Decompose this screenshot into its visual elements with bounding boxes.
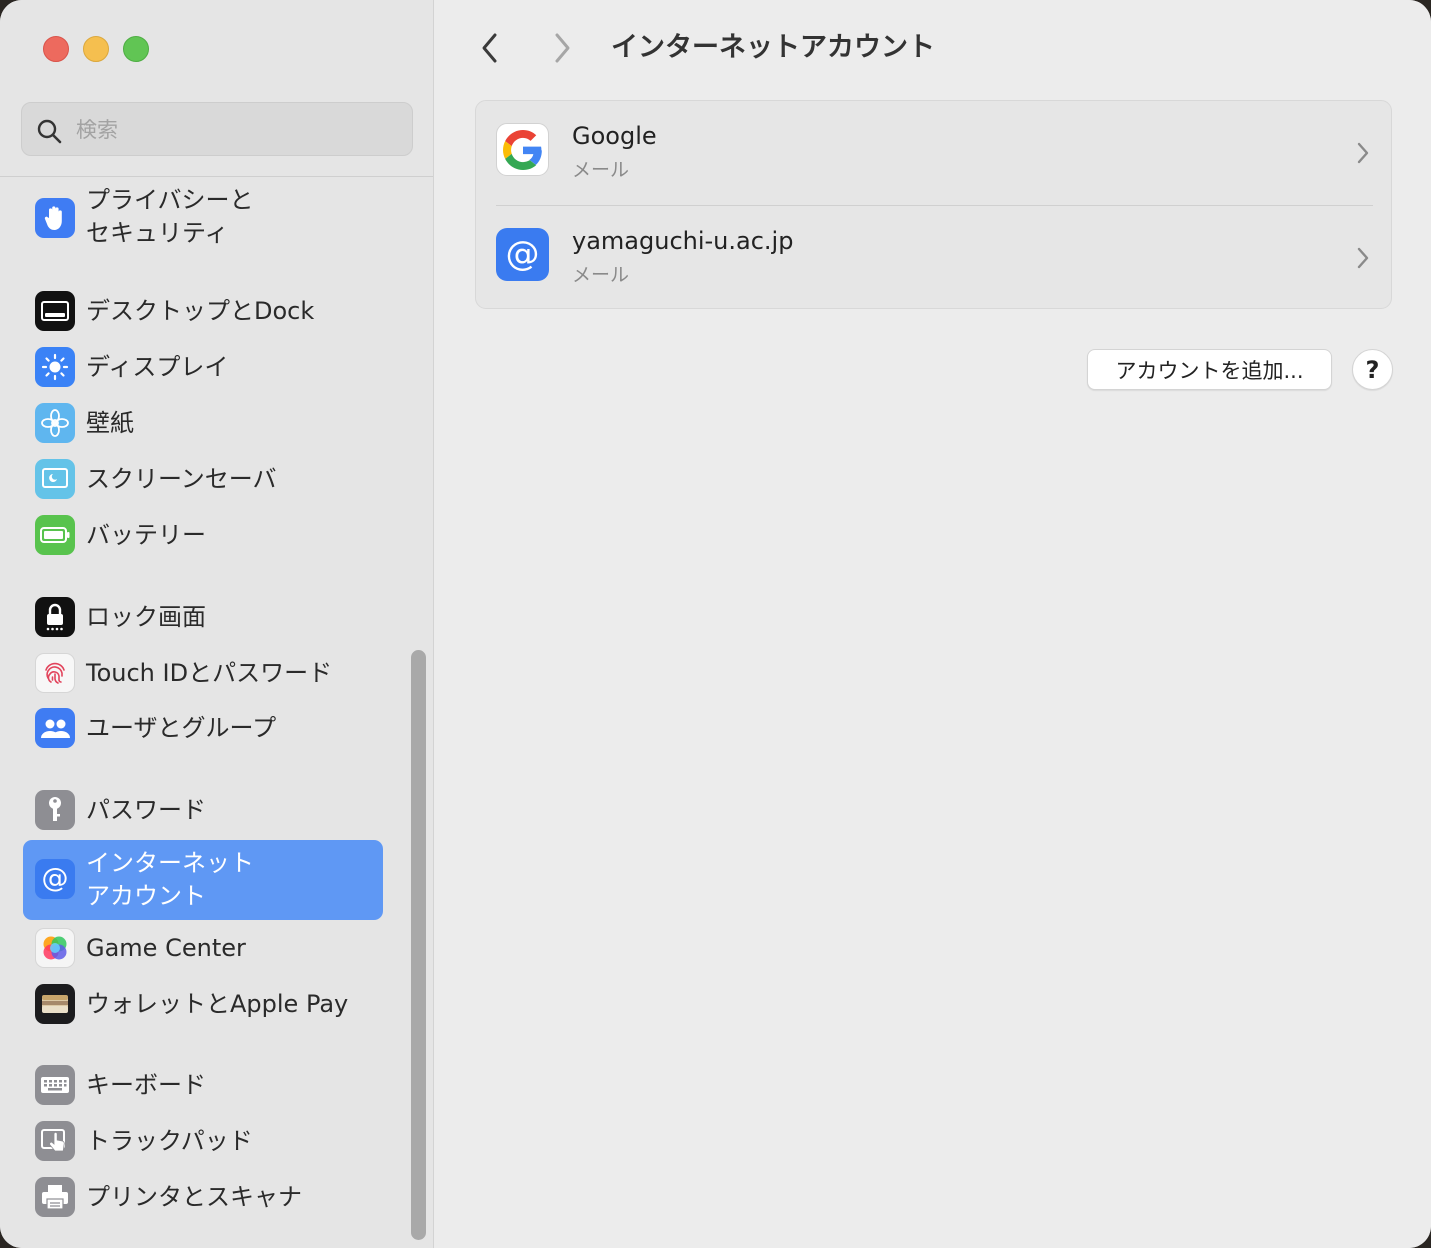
sidebar-item-wallet[interactable]: ウォレットとApple Pay bbox=[23, 983, 383, 1027]
sidebar-item-privacy-security[interactable]: プライバシーと セキュリティ bbox=[23, 184, 383, 254]
help-button[interactable]: ? bbox=[1352, 349, 1393, 390]
sidebar-item-label: Touch IDとパスワード bbox=[86, 659, 333, 687]
sidebar-item-printers-scanners[interactable]: プリンタとスキャナ bbox=[23, 1176, 383, 1220]
chevron-left-icon bbox=[482, 33, 497, 63]
account-name: yamaguchi-u.ac.jp bbox=[572, 227, 794, 255]
sidebar-item-desktop-dock[interactable]: デスクトップとDock bbox=[23, 290, 383, 334]
google-icon bbox=[496, 123, 549, 176]
sidebar-item-label: スクリーンセーバ bbox=[86, 465, 277, 493]
sidebar-item-label: プライバシーと セキュリティ bbox=[86, 186, 254, 247]
at-icon: @ bbox=[35, 859, 75, 899]
dock-icon bbox=[35, 291, 75, 331]
search-input[interactable] bbox=[74, 113, 398, 147]
sidebar-item-passwords[interactable]: パスワード bbox=[23, 789, 383, 833]
hand-icon bbox=[35, 198, 75, 238]
sidebar-item-label: ディスプレイ bbox=[86, 353, 229, 381]
chevron-right-icon bbox=[555, 33, 570, 63]
sidebar-item-internet-accounts[interactable]: @ インターネット アカウント bbox=[23, 840, 383, 920]
back-button[interactable] bbox=[470, 28, 510, 68]
sidebar-item-label: パスワード bbox=[86, 796, 206, 824]
sidebar-item-battery[interactable]: バッテリー bbox=[23, 514, 383, 558]
sidebar: プライバシーと セキュリティ デスクトップとDock ディスプレイ 壁紙 bbox=[0, 0, 434, 1248]
search-field[interactable] bbox=[21, 102, 413, 156]
close-button[interactable] bbox=[43, 36, 69, 62]
wallet-icon bbox=[35, 984, 75, 1024]
sidebar-item-lock-screen[interactable]: ロック画面 bbox=[23, 596, 383, 640]
add-account-button[interactable]: アカウントを追加... bbox=[1087, 349, 1332, 390]
account-service: メール bbox=[572, 264, 630, 286]
flower-icon bbox=[35, 403, 75, 443]
page-title: インターネットアカウント bbox=[611, 32, 935, 63]
key-icon bbox=[35, 790, 75, 830]
at-icon: @ bbox=[496, 228, 549, 281]
users-icon bbox=[35, 708, 75, 748]
screensaver-icon bbox=[35, 459, 75, 499]
account-row-google[interactable]: Google メール bbox=[476, 101, 1393, 205]
sidebar-item-keyboard[interactable]: キーボード bbox=[23, 1064, 383, 1108]
sidebar-scrollbar[interactable] bbox=[411, 650, 426, 1240]
sidebar-item-label: キーボード bbox=[86, 1071, 206, 1099]
printer-icon bbox=[35, 1177, 75, 1217]
chevron-right-icon bbox=[1357, 142, 1369, 164]
battery-icon bbox=[35, 515, 75, 555]
sidebar-item-label: トラックパッド bbox=[86, 1127, 253, 1155]
sidebar-item-trackpad[interactable]: トラックパッド bbox=[23, 1120, 383, 1164]
game-center-icon bbox=[35, 928, 75, 968]
settings-window: プライバシーと セキュリティ デスクトップとDock ディスプレイ 壁紙 bbox=[0, 0, 1431, 1248]
sidebar-item-label: デスクトップとDock bbox=[86, 297, 315, 325]
sidebar-item-label: ウォレットとApple Pay bbox=[86, 990, 349, 1018]
sidebar-item-wallpaper[interactable]: 壁紙 bbox=[23, 402, 383, 446]
sidebar-item-displays[interactable]: ディスプレイ bbox=[23, 346, 383, 390]
account-row-yamaguchi[interactable]: @ yamaguchi-u.ac.jp メール bbox=[476, 206, 1393, 310]
fingerprint-icon bbox=[35, 653, 75, 693]
keyboard-icon bbox=[35, 1065, 75, 1105]
main-pane: インターネットアカウント Google メール @ yamaguchi-u.ac… bbox=[434, 0, 1431, 1248]
sidebar-item-label: インターネット アカウント bbox=[86, 849, 254, 910]
sidebar-divider bbox=[0, 176, 433, 177]
sidebar-item-label: 壁紙 bbox=[86, 409, 134, 437]
sidebar-item-label: ユーザとグループ bbox=[86, 714, 277, 742]
sidebar-item-touch-id[interactable]: Touch IDとパスワード bbox=[23, 652, 383, 696]
sun-icon bbox=[35, 347, 75, 387]
minimize-button[interactable] bbox=[83, 36, 109, 62]
accounts-list: Google メール @ yamaguchi-u.ac.jp メール bbox=[475, 100, 1392, 309]
sidebar-item-screen-saver[interactable]: スクリーンセーバ bbox=[23, 458, 383, 502]
trackpad-icon bbox=[35, 1121, 75, 1161]
sidebar-item-game-center[interactable]: Game Center bbox=[23, 927, 383, 971]
sidebar-item-users-groups[interactable]: ユーザとグループ bbox=[23, 707, 383, 751]
account-name: Google bbox=[572, 122, 657, 150]
chevron-right-icon bbox=[1357, 247, 1369, 269]
sidebar-item-label: Game Center bbox=[86, 934, 246, 962]
sidebar-item-label: バッテリー bbox=[86, 521, 206, 549]
account-service: メール bbox=[572, 159, 630, 181]
sidebar-item-label: プリンタとスキャナ bbox=[86, 1183, 302, 1211]
forward-button[interactable] bbox=[542, 28, 582, 68]
maximize-button[interactable] bbox=[123, 36, 149, 62]
magnifier-icon bbox=[37, 119, 62, 144]
sidebar-item-label: ロック画面 bbox=[86, 603, 206, 631]
lock-icon bbox=[35, 597, 75, 637]
